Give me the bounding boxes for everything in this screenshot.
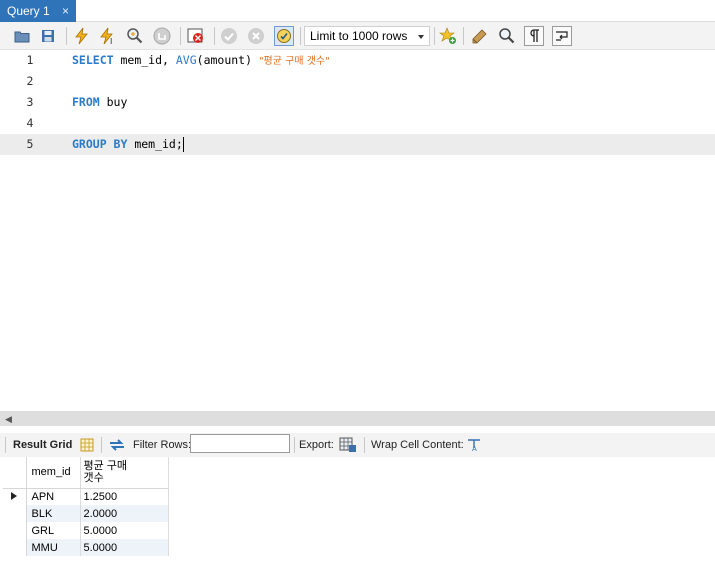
save-icon[interactable] xyxy=(38,26,58,46)
column-header-mem-id[interactable]: mem_id xyxy=(26,457,81,489)
grid-icon[interactable] xyxy=(80,433,94,457)
rollback-icon[interactable] xyxy=(246,26,266,46)
close-tab-icon[interactable]: × xyxy=(62,4,69,18)
text-cursor xyxy=(182,137,184,152)
line-number: 1 xyxy=(26,53,34,67)
code-text: FROM buy xyxy=(72,95,128,109)
code-line: 2 xyxy=(0,71,715,92)
beautify-icon[interactable] xyxy=(470,26,490,46)
row-selector xyxy=(3,539,27,556)
export-label: Export: xyxy=(299,439,334,451)
wrap-lines-icon[interactable] xyxy=(552,26,572,46)
bookmark-icon[interactable] xyxy=(438,26,458,46)
code-line-current: 5 GROUP BY mem_id; xyxy=(0,134,715,155)
current-row-arrow-icon xyxy=(3,488,27,505)
autocommit-icon[interactable] xyxy=(274,26,294,46)
table-row[interactable]: MMU 5.0000 xyxy=(3,539,169,556)
cell-mem-id[interactable]: MMU xyxy=(26,539,81,556)
cell-mem-id[interactable]: BLK xyxy=(26,505,81,522)
table-row[interactable]: BLK 2.0000 xyxy=(3,505,169,522)
refresh-icon[interactable] xyxy=(108,433,126,457)
cell-mem-id[interactable]: APN xyxy=(26,488,81,505)
code-line: 3 FROM buy xyxy=(0,92,715,113)
svg-text:A: A xyxy=(472,445,477,452)
explain-icon[interactable] xyxy=(125,26,145,46)
line-number: 4 xyxy=(26,116,34,130)
line-number: 5 xyxy=(26,137,34,151)
execute-icon[interactable] xyxy=(72,26,92,46)
limit-rows-value: Limit to 1000 rows xyxy=(310,29,408,43)
tab-label: Query 1 xyxy=(7,4,50,18)
editor-toolbar: I Limit to 1000 rows xyxy=(0,22,715,50)
row-selector xyxy=(3,522,27,539)
invisible-chars-icon[interactable] xyxy=(524,26,544,46)
tab-query-1[interactable]: Query 1 × xyxy=(0,0,76,22)
toggle-output-icon[interactable] xyxy=(186,26,206,46)
line-number: 2 xyxy=(26,74,34,88)
find-icon[interactable] xyxy=(497,26,517,46)
filter-rows-input[interactable] xyxy=(190,434,290,453)
table-row[interactable]: GRL 5.0000 xyxy=(3,522,169,539)
cell-avg[interactable]: 2.0000 xyxy=(80,505,169,522)
code-text: GROUP BY mem_id; xyxy=(72,137,184,152)
code-line: 4 xyxy=(0,113,715,134)
execute-current-icon[interactable]: I xyxy=(98,26,118,46)
svg-text:I: I xyxy=(110,37,112,45)
cell-avg[interactable]: 5.0000 xyxy=(80,522,169,539)
line-number: 3 xyxy=(26,95,34,109)
export-icon[interactable] xyxy=(339,433,357,457)
chevron-down-icon xyxy=(418,35,424,39)
code-line: 1 SELECT mem_id, AVG(amount) "평균 구매 갯수" xyxy=(0,50,715,71)
result-grid-tab[interactable]: Result Grid xyxy=(13,433,72,457)
table-row[interactable]: APN 1.2500 xyxy=(3,488,169,505)
wrap-cell-icon[interactable]: A xyxy=(467,433,481,457)
wrap-cell-label: Wrap Cell Content: xyxy=(371,439,464,451)
workbench-window: Query 1 × I Limit to 1000 rows 1 SELECT … xyxy=(0,0,715,569)
result-grid[interactable]: mem_id 평균 구매 갯수 APN 1.2500 BLK 2.0000 GR… xyxy=(3,457,169,556)
commit-icon[interactable] xyxy=(219,26,239,46)
scroll-left-arrow-icon[interactable]: ◀ xyxy=(5,414,12,425)
cell-avg[interactable]: 5.0000 xyxy=(80,539,169,556)
query-tab-strip: Query 1 × xyxy=(0,0,715,22)
cell-mem-id[interactable]: GRL xyxy=(26,522,81,539)
row-selector-header xyxy=(3,457,27,489)
sql-editor[interactable]: 1 SELECT mem_id, AVG(amount) "평균 구매 갯수" … xyxy=(0,50,715,411)
column-header-avg[interactable]: 평균 구매 갯수 xyxy=(80,457,169,489)
open-file-icon[interactable] xyxy=(12,26,32,46)
filter-rows-label: Filter Rows: xyxy=(133,439,192,451)
limit-rows-select[interactable]: Limit to 1000 rows xyxy=(304,26,430,46)
result-toolbar: Result Grid Filter Rows: Export: Wrap Ce… xyxy=(0,433,715,457)
code-text: SELECT mem_id, AVG(amount) "평균 구매 갯수" xyxy=(72,53,330,67)
editor-horizontal-scrollbar[interactable]: ◀ xyxy=(0,411,715,426)
stop-icon[interactable] xyxy=(152,26,172,46)
row-selector xyxy=(3,505,27,522)
grid-header-row: mem_id 평균 구매 갯수 xyxy=(3,457,169,489)
cell-avg[interactable]: 1.2500 xyxy=(80,488,169,505)
